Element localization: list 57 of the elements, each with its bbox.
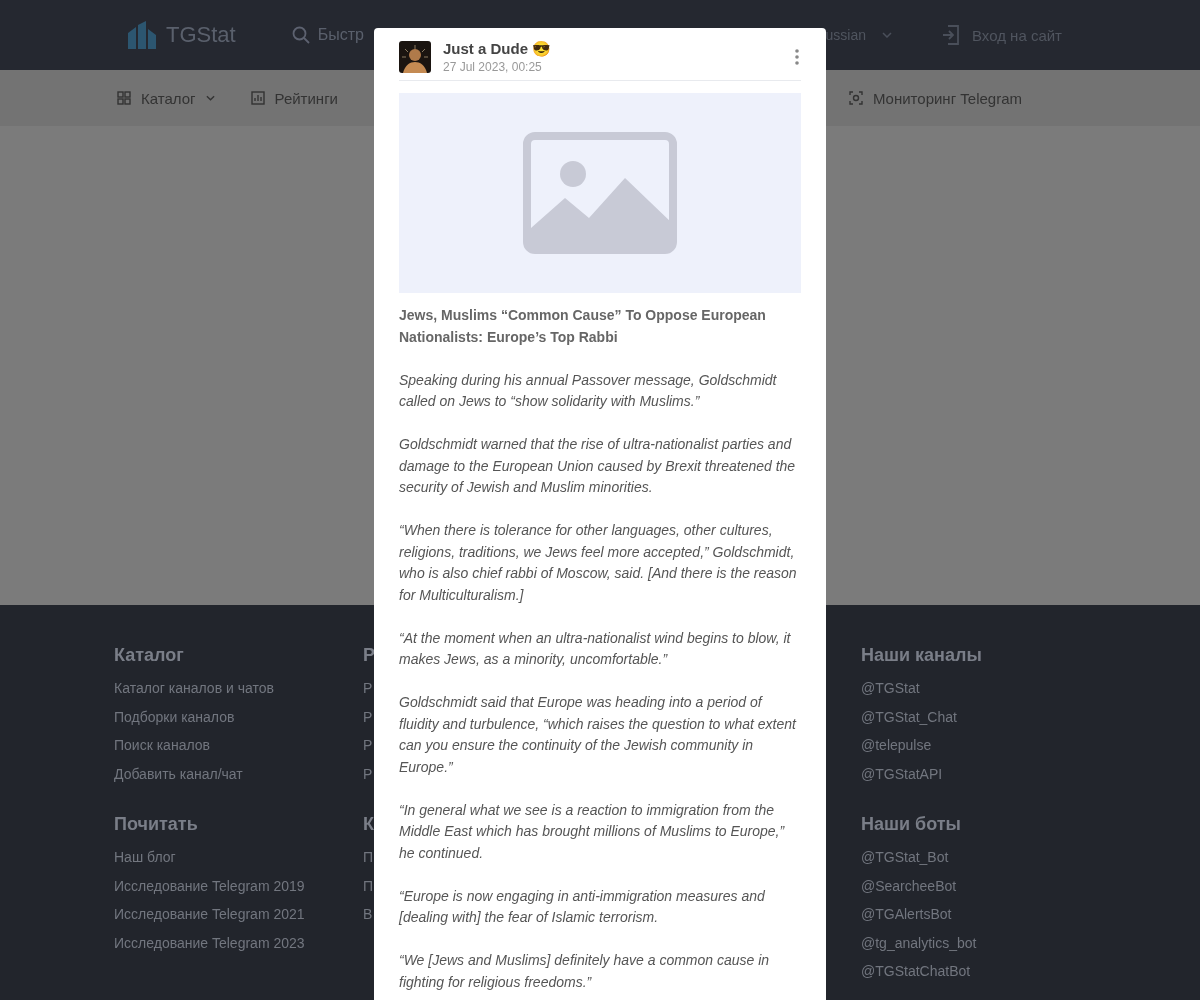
more-icon[interactable] — [795, 49, 799, 65]
footer-link[interactable]: П — [363, 849, 374, 865]
footer-heading: К — [363, 814, 374, 835]
footer-link[interactable]: Добавить канал/чат — [114, 765, 243, 782]
footer-link[interactable]: @TGStatChatBot — [861, 963, 971, 979]
footer-link[interactable]: Исследование Telegram 2019 — [114, 877, 305, 894]
search-icon — [291, 26, 310, 44]
footer-link[interactable]: @TGStat — [861, 680, 920, 696]
post-paragraph: “When there is tolerance for other languages, other cultures, religions, traditions, we Jews feel more accepted,” Goldschmidt, who is also chief rabbi of Moscow, said. [And there is the reason for Multiculturalism.] — [399, 521, 798, 605]
login-icon — [942, 25, 960, 45]
caret-icon — [205, 95, 215, 101]
footer-link[interactable]: Р — [363, 765, 373, 782]
footer-link[interactable]: Поиск каналов — [114, 737, 210, 753]
footer-heading: Почитать — [114, 814, 198, 835]
caret-icon — [882, 32, 892, 38]
post-title: Jews, Muslims “Common Cause” To Oppose European Nationalists: Europe’s Top Rabbi — [399, 306, 767, 347]
author-name[interactable]: Just a Dude 😎 — [443, 40, 783, 58]
nav-link[interactable]: Каталог — [141, 89, 196, 107]
footer-link[interactable]: Наш блог — [114, 849, 176, 865]
post-paragraph: “At the moment when an ultra-nationalist wind begins to blow, it makes Jews, as a minority, uncomfortable.” — [399, 628, 792, 669]
chart-icon — [250, 91, 265, 105]
footer-link[interactable]: Р — [363, 680, 373, 696]
footer-link[interactable]: @TGStat_Chat — [861, 708, 957, 725]
footer-heading: Каталог — [114, 645, 184, 666]
footer-link[interactable]: @TGStat_Bot — [861, 849, 949, 865]
avatar — [399, 41, 431, 73]
footer-heading: Наши боты — [861, 814, 961, 835]
footer-link[interactable]: @TGAlertsBot — [861, 906, 952, 922]
post-paragraph: Speaking during his annual Passover message, Goldschmidt called on Jews to “show solidarity with Muslims.” — [399, 370, 778, 411]
logo-text[interactable]: TGStat — [166, 22, 236, 48]
post-date: 27 Jul 2023, 00:25 — [443, 60, 543, 74]
footer-link[interactable]: Р — [363, 737, 373, 753]
footer-link[interactable]: Исследование Telegram 2021 — [114, 906, 305, 922]
footer-link[interactable]: @TGStatAPI — [861, 765, 943, 782]
footer-link[interactable]: Подборки каналов — [114, 708, 235, 725]
target-icon — [848, 91, 863, 105]
footer-link[interactable]: Каталог каналов и чатов — [114, 680, 274, 696]
search-field[interactable]: Быстр — [317, 26, 364, 44]
footer-link[interactable]: В — [363, 906, 373, 922]
post-paragraph: “We [Jews and Muslims] definitely have a common cause in fighting for religious freedoms.” — [399, 951, 771, 992]
post-paragraph: Goldschmidt said that Europe was heading into a period of fluidity and turbulence, “which raises the question to what extent can you ensure the continuity of the Jewish community in Europe.” — [399, 693, 798, 777]
footer-link[interactable]: Р — [363, 708, 373, 725]
footer-link[interactable]: П — [363, 877, 374, 894]
image-icon — [523, 132, 677, 254]
post-paragraph: Goldschmidt warned that the rise of ultra-nationalist parties and damage to the European Union caused by Brexit threatened the security of Jewish and Muslim minorities. — [399, 435, 797, 497]
footer-link[interactable]: @telepulse — [861, 737, 932, 753]
nav-link[interactable]: Мониторинг Telegram — [872, 89, 1022, 107]
post-paragraph: “Europe is now engaging in anti-immigration measures and [dealing with] the fear of Islamic terrorism. — [399, 886, 766, 927]
footer-heading: Р — [363, 645, 375, 666]
footer-heading: Наши каналы — [861, 645, 982, 666]
logo-icon — [126, 19, 158, 51]
footer-link[interactable]: Исследование Telegram 2023 — [114, 934, 305, 951]
nav-link[interactable]: Рейтинги — [274, 89, 338, 107]
footer-link[interactable]: @tg_analytics_bot — [861, 934, 977, 951]
footer-link[interactable]: @SearcheeBot — [861, 877, 957, 894]
post-paragraph: “In general what we see is a reaction to immigration from the Middle East which has brought millions of Muslims to Europe,” he continued. — [399, 800, 786, 863]
grid-icon — [117, 91, 131, 105]
